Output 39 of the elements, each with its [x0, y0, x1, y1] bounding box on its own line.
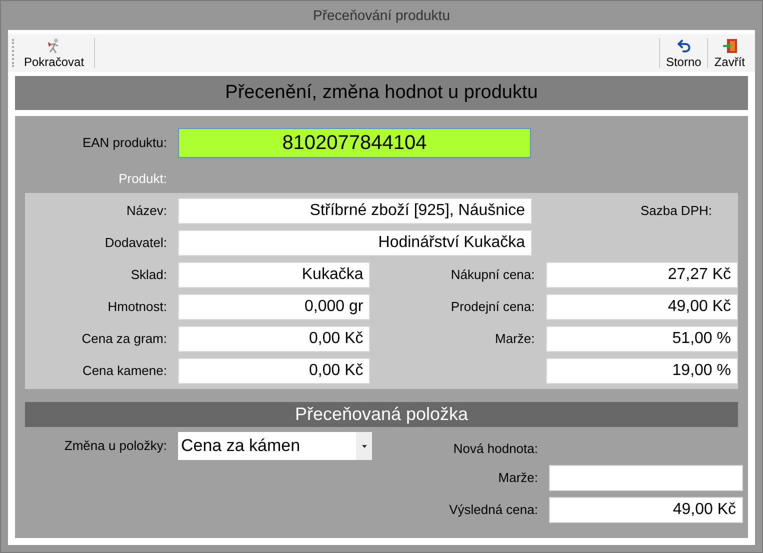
window-title: Přeceňování produktu — [312, 6, 451, 25]
cancel-button[interactable]: Storno — [660, 36, 708, 70]
continue-button[interactable]: Pokračovat — [18, 36, 90, 70]
field-label: Marže: — [497, 469, 538, 488]
field-label: Prodejní cena: — [450, 298, 535, 316]
text-field[interactable]: 49,00 Kč — [549, 497, 743, 523]
field-label: Produkt: — [118, 170, 167, 188]
header-bar: Přecenění, změna hodnot u produktu — [15, 76, 748, 110]
ean-field[interactable]: 8102077844104 — [178, 128, 531, 158]
text-field[interactable]: 51,00 % — [546, 326, 738, 352]
field-label: Cena za gram: — [80, 330, 167, 348]
field-label: Cena kamene: — [81, 362, 167, 380]
text-field[interactable]: 0,00 Kč — [178, 358, 370, 384]
text-field[interactable]: 0,00 Kč — [178, 326, 370, 352]
text-field[interactable]: 19,00 % — [546, 358, 738, 384]
section-header: Přeceňovaná položka — [25, 402, 738, 427]
field-label: Výsledná cena: — [448, 501, 538, 520]
field-label: Dodavatel: — [104, 234, 167, 252]
field-label: Sazba DPH: — [640, 202, 712, 220]
text-field[interactable]: Stříbrné zboží [925], Náušnice — [178, 198, 532, 224]
caret-icon — [362, 444, 366, 448]
text-field[interactable]: 49,00 Kč — [546, 294, 738, 320]
text-field[interactable]: Kukačka — [178, 262, 370, 288]
text-field[interactable] — [549, 465, 743, 491]
field-label: EAN produktu: — [81, 134, 167, 152]
text-field[interactable]: Hodinářství Kukačka — [178, 230, 532, 256]
text-field[interactable]: 27,27 Kč — [546, 262, 738, 288]
undo-icon — [676, 38, 692, 54]
exit-door-icon — [722, 38, 738, 54]
field-label: Hmotnost: — [106, 298, 167, 316]
field-label: Sklad: — [130, 266, 167, 284]
field-label: Změna u položky: — [63, 437, 167, 456]
text-field[interactable]: 0,000 gr — [178, 294, 370, 320]
field-label: Nová hodnota: — [452, 440, 538, 458]
field-label: Nákupní cena: — [450, 266, 535, 284]
close-button[interactable]: Zavřít — [708, 36, 751, 70]
field-label: Název: — [126, 202, 167, 220]
field-label: Marže: — [495, 330, 535, 348]
dropdown[interactable]: Cena za kámen — [178, 432, 372, 460]
